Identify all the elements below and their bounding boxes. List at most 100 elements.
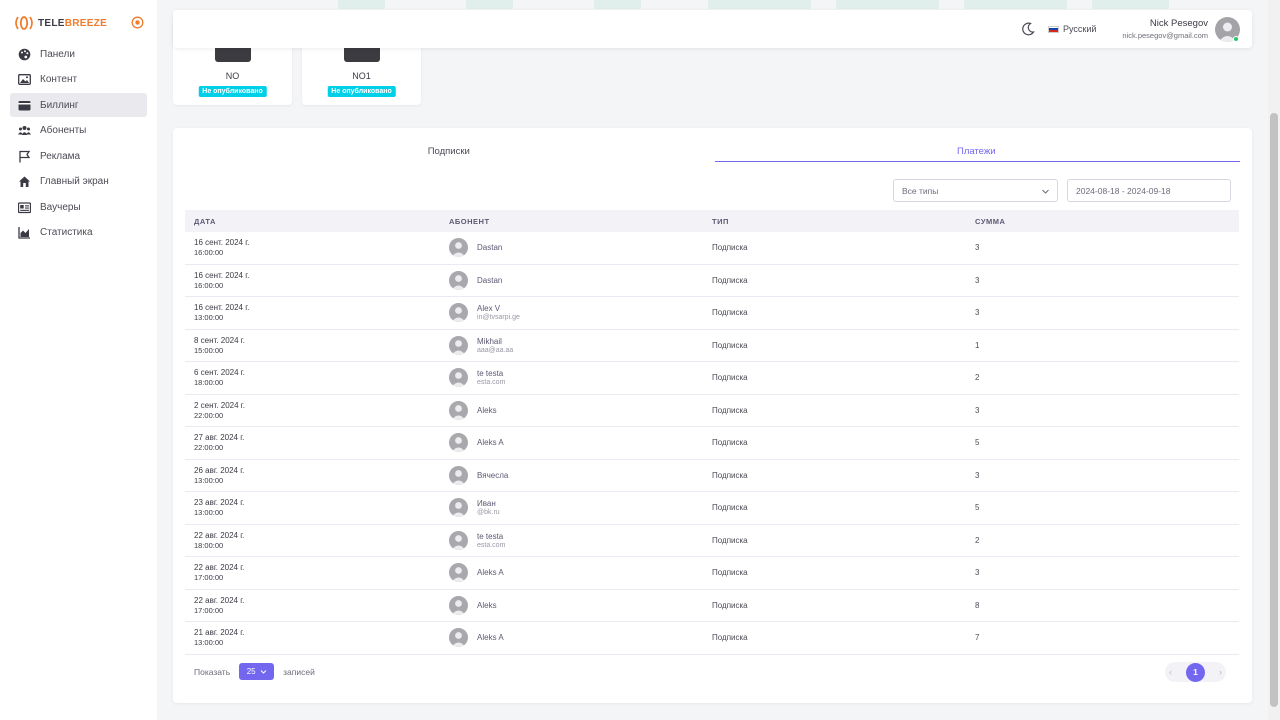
channel-thumbnail (344, 48, 380, 62)
channel-name: NO (225, 71, 240, 81)
subscriber-name: Alex V (477, 304, 501, 314)
prev-page-button[interactable]: ‹ (1169, 667, 1172, 677)
payment-time: 16:00:00 (194, 248, 224, 258)
sidebar-item-billing[interactable]: Биллинг (10, 93, 147, 117)
type-cell: Подписка (712, 568, 748, 578)
table-row[interactable]: 16 сент. 2024 г. 16:00:00 Dastan Подписк… (185, 232, 1239, 265)
type-cell: Подписка (712, 438, 748, 448)
sidebar-item-label: Контент (40, 74, 78, 85)
avatar (449, 465, 468, 485)
column-header-subscriber[interactable]: АБОНЕНТ (448, 217, 711, 226)
user-email: nick.pesegov@gmail.com (1122, 31, 1208, 40)
sidebar-item-statistics[interactable]: Статистика (10, 221, 147, 245)
sidebar-item-label: Ваучеры (40, 201, 81, 213)
avatar (449, 270, 468, 290)
subscriber-email: esta.com (477, 541, 506, 549)
sidebar-item-home-screen[interactable]: Главный экран (10, 170, 147, 194)
payment-date: 16 сент. 2024 г. (194, 303, 250, 313)
avatar (449, 335, 468, 355)
column-header-amount[interactable]: СУММА (974, 217, 1239, 226)
table-row[interactable]: 27 авг. 2024 г. 22:00:00 Aleks A Подписк… (185, 427, 1239, 460)
subscriber-name: Aleks (477, 600, 497, 610)
table-row[interactable]: 21 авг. 2024 г. 13:00:00 Aleks A Подписк… (185, 622, 1239, 655)
per-page-select[interactable]: 25 (239, 663, 275, 680)
page-scrollbar[interactable] (1268, 0, 1280, 720)
subscriber-name: Mikhail (477, 336, 502, 346)
payments-table: ДАТА АБОНЕНТ ТИП СУММА 16 сент. 2024 г. … (185, 210, 1239, 655)
sidebar-item-label: Главный экран (40, 176, 109, 187)
avatar (449, 303, 468, 323)
payment-time: 17:00:00 (194, 573, 224, 583)
subscriber-cell: Aleks A (448, 628, 711, 648)
subscriber-name: te testa (477, 531, 504, 541)
subscriber-email: @bk.ru (477, 509, 500, 517)
payment-date: 16 сент. 2024 г. (194, 270, 250, 280)
amount-cell: 3 (975, 470, 980, 480)
date-cell: 26 авг. 2024 г. 13:00:00 (185, 466, 448, 485)
date-cell: 21 авг. 2024 г. 13:00:00 (185, 628, 448, 647)
table-row[interactable]: 16 сент. 2024 г. 13:00:00 Alex V in@tvsa… (185, 297, 1239, 330)
status-badge: Не опубликовано (327, 86, 396, 97)
table-row[interactable]: 22 авг. 2024 г. 17:00:00 Aleks A Подписк… (185, 557, 1239, 590)
table-row[interactable]: 8 сент. 2024 г. 15:00:00 Mikhail aaa@aa.… (185, 330, 1239, 362)
payment-date: 6 сент. 2024 г. (194, 368, 245, 378)
amount-cell: 1 (975, 340, 980, 350)
table-row[interactable]: 6 сент. 2024 г. 18:00:00 te testa esta.c… (185, 362, 1239, 395)
date-cell: 22 авг. 2024 г. 17:00:00 (185, 596, 448, 615)
logo-text: TELE BREEZE (38, 18, 107, 29)
subscriber-email: esta.com (477, 379, 506, 387)
column-header-date[interactable]: ДАТА (185, 217, 448, 226)
subscriber-cell: te testa esta.com (448, 530, 711, 550)
subscriber-cell: Mikhail aaa@aa.aa (448, 335, 711, 355)
sidebar-toggle-icon[interactable] (131, 16, 144, 29)
records-label: записей (283, 666, 315, 677)
table-row[interactable]: 22 авг. 2024 г. 17:00:00 Aleks Подписка … (185, 590, 1239, 622)
type-cell: Подписка (712, 308, 748, 318)
amount-cell: 3 (975, 568, 980, 578)
sidebar-item-content[interactable]: Контент (10, 68, 147, 92)
table-row[interactable]: 16 сент. 2024 г. 16:00:00 Dastan Подписк… (185, 265, 1239, 297)
moon-icon[interactable] (1021, 22, 1035, 36)
table-row[interactable]: 26 авг. 2024 г. 13:00:00 Вячесла Подписк… (185, 460, 1239, 492)
subscriber-cell: Aleks A (448, 433, 711, 453)
payment-date: 22 авг. 2024 г. (194, 563, 245, 573)
avatar (449, 433, 468, 453)
sidebar-item-panels[interactable]: Панели (10, 42, 147, 66)
sidebar-item-vouchers[interactable]: Ваучеры (10, 195, 147, 219)
payment-time: 13:00:00 (194, 475, 224, 485)
type-cell: Подписка (712, 275, 748, 285)
subscriber-cell: Aleks A (448, 563, 711, 583)
sidebar-item-label: Реклама (40, 150, 81, 162)
table-row[interactable]: 2 сент. 2024 г. 22:00:00 Aleks Подписка … (185, 395, 1239, 427)
type-cell: Подписка (712, 405, 748, 415)
type-cell: Подписка (712, 340, 748, 350)
tab-subscriptions[interactable]: Подписки (185, 128, 713, 162)
scrollbar-thumb[interactable] (1270, 113, 1278, 707)
payment-date: 26 авг. 2024 г. (194, 465, 245, 475)
sidebar-item-subscribers[interactable]: Абоненты (10, 119, 147, 143)
subscriber-cell: Dastan (448, 238, 711, 258)
date-range-input[interactable]: 2024-08-18 - 2024-09-18 (1067, 179, 1231, 202)
type-filter-select[interactable]: Все типы (893, 179, 1058, 202)
subscriber-cell: Aleks (448, 400, 711, 420)
amount-cell: 2 (975, 373, 980, 383)
user-info[interactable]: Nick Pesegov nick.pesegov@gmail.com (1122, 18, 1208, 40)
tab-payments[interactable]: Платежи (713, 128, 1241, 162)
next-page-button[interactable]: › (1219, 667, 1222, 677)
date-cell: 16 сент. 2024 г. 16:00:00 (185, 238, 448, 257)
table-row[interactable]: 23 авг. 2024 г. 13:00:00 Иван @bk.ru Под… (185, 492, 1239, 525)
type-cell: Подписка (712, 470, 748, 480)
users-icon (18, 124, 31, 137)
payment-date: 16 сент. 2024 г. (194, 238, 250, 248)
logo[interactable]: TELE BREEZE (13, 13, 148, 33)
sidebar-item-ads[interactable]: Реклама (10, 144, 147, 168)
subscriber-cell: Вячесла (448, 465, 711, 485)
language-selector[interactable]: Русский (1048, 24, 1096, 34)
table-row[interactable]: 22 авг. 2024 г. 18:00:00 te testa esta.c… (185, 525, 1239, 557)
page-size-control: Показать 25 записей (194, 663, 315, 680)
type-cell: Подписка (712, 503, 748, 513)
flag-icon (18, 150, 31, 163)
page-1-button[interactable]: 1 (1186, 662, 1205, 682)
column-header-type[interactable]: ТИП (711, 217, 974, 226)
amount-cell: 7 (975, 633, 980, 643)
